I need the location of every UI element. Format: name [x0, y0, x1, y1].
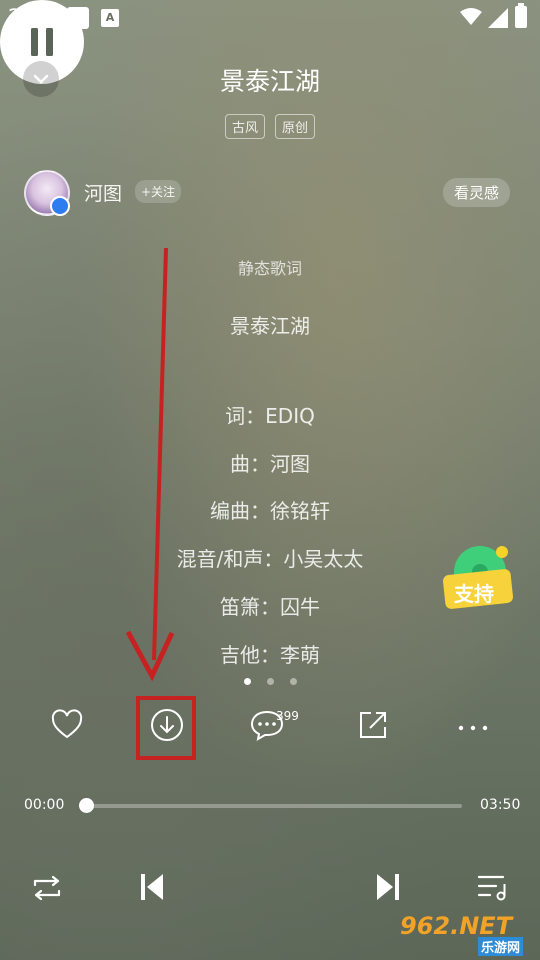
- lyrics-header: 静态歌词: [237, 259, 302, 278]
- status-time: 2:14: [8, 5, 56, 29]
- song-title: 景泰江湖: [219, 67, 320, 96]
- download-highlight-box: [136, 696, 196, 760]
- pager-dot: [266, 678, 274, 685]
- artist-name[interactable]: 河图: [84, 179, 122, 206]
- a-notification-icon: A: [101, 9, 119, 27]
- battery-icon: [515, 3, 527, 28]
- follow-button[interactable]: +关注: [135, 180, 182, 203]
- playlist-icon[interactable]: [476, 871, 510, 903]
- current-time: 00:00: [24, 797, 65, 813]
- next-icon[interactable]: [374, 871, 402, 903]
- repeat-icon[interactable]: [30, 872, 64, 904]
- progress-track[interactable]: [80, 804, 462, 808]
- heart-icon[interactable]: [50, 708, 84, 742]
- status-bar: 2:14 A: [0, 0, 540, 36]
- more-icon[interactable]: [455, 708, 491, 742]
- lyric-line: 吉他：李萌: [220, 643, 320, 667]
- support-badge[interactable]: 支持: [440, 542, 518, 612]
- share-icon[interactable]: [356, 708, 390, 742]
- lyric-line: 编曲：徐铭轩: [210, 499, 330, 523]
- lyric-line: 景泰江湖: [230, 314, 310, 338]
- lyric-line: 词：EDIQ: [225, 404, 315, 428]
- pager-dot: [243, 678, 251, 685]
- previous-icon[interactable]: [138, 871, 166, 903]
- inspiration-button[interactable]: 看灵感: [443, 178, 511, 207]
- watermark-sub: 乐游网: [478, 937, 524, 956]
- verified-icon: [50, 196, 70, 216]
- watermark-logo: 962.NET 乐游网: [400, 912, 536, 956]
- lyric-line: 曲：河图: [230, 452, 310, 476]
- pager-dot: [289, 678, 297, 685]
- tag-style[interactable]: 古风: [224, 114, 265, 139]
- signal-icon: [488, 8, 508, 28]
- avatar[interactable]: [24, 170, 70, 216]
- watermark-main: 962.NET: [400, 912, 513, 940]
- support-label: 支持: [454, 582, 494, 606]
- tag-original[interactable]: 原创: [275, 114, 316, 139]
- lyrics-pager: [0, 678, 540, 685]
- comment-count: 399: [276, 709, 299, 723]
- song-tags: 古风 原创: [0, 114, 540, 139]
- red-arrow-annotation: [125, 247, 175, 682]
- wifi-icon: [460, 8, 482, 25]
- progress-thumb[interactable]: [79, 798, 94, 813]
- notification-square-icon: [67, 7, 89, 29]
- total-time: 03:50: [480, 797, 521, 813]
